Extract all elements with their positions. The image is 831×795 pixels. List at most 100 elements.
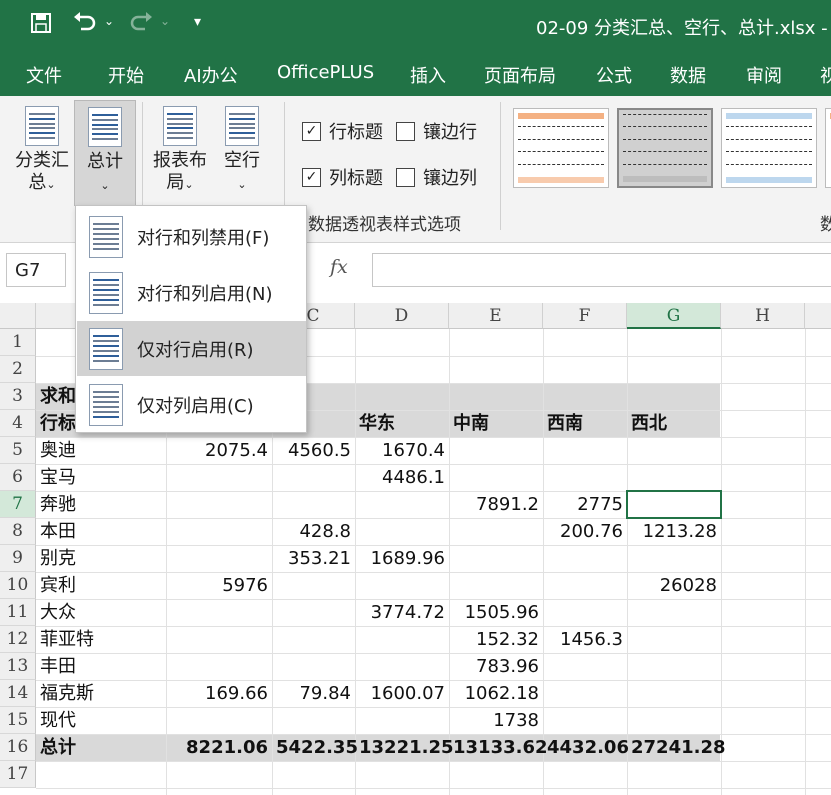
blank-rows-button[interactable]: 空行 ⌄ <box>214 106 270 196</box>
value-cell[interactable]: 7891.2 <box>449 491 543 518</box>
pivot-style-light-orange[interactable] <box>513 108 609 188</box>
row-header-14[interactable]: 14 <box>0 680 36 707</box>
select-all-corner[interactable] <box>0 303 36 329</box>
row-label-brand[interactable]: 福克斯 <box>36 680 166 707</box>
row-header-12[interactable]: 12 <box>0 626 36 653</box>
region-header[interactable]: 西北 <box>627 410 721 437</box>
value-cell[interactable]: 5976 <box>166 572 272 599</box>
column-header-f[interactable]: F <box>543 303 627 329</box>
row-header-1[interactable]: 1 <box>0 329 36 356</box>
pivot-style-partial[interactable] <box>825 108 831 188</box>
value-cell[interactable]: 428.8 <box>272 518 355 545</box>
value-cell[interactable]: 4486.1 <box>355 464 449 491</box>
region-header[interactable]: 中南 <box>449 410 543 437</box>
tab-formulas[interactable]: 公式 <box>596 62 632 88</box>
customize-icon[interactable]: ▾ <box>194 14 201 30</box>
value-cell[interactable]: 200.76 <box>543 518 627 545</box>
tab-insert[interactable]: 插入 <box>410 62 446 88</box>
function-icon[interactable]: fx <box>330 256 348 278</box>
grand-total-value[interactable]: 8221.06 <box>166 734 272 761</box>
row-header-15[interactable]: 15 <box>0 707 36 734</box>
formula-bar[interactable] <box>372 253 831 287</box>
name-box[interactable]: G7 <box>6 253 66 287</box>
grand-total-label[interactable]: 总计 <box>36 734 166 761</box>
row-header-6[interactable]: 6 <box>0 464 36 491</box>
value-cell[interactable]: 152.32 <box>449 626 543 653</box>
row-label-brand[interactable]: 奔驰 <box>36 491 166 518</box>
value-cell[interactable]: 2075.4 <box>166 437 272 464</box>
value-cell[interactable]: 1505.96 <box>449 599 543 626</box>
grand-total-value[interactable]: 27241.28 <box>627 734 726 761</box>
tab-data[interactable]: 数据 <box>670 62 706 88</box>
tab-file[interactable]: 文件 <box>26 62 62 88</box>
menu-item-grand-totals-1[interactable]: 对行和列禁用(F) <box>77 209 306 264</box>
grand-total-value[interactable]: 5422.35 <box>272 734 358 761</box>
row-label-brand[interactable]: 丰田 <box>36 653 166 680</box>
grand-totals-button[interactable]: 总计 ⌄ <box>74 100 136 206</box>
row-label-brand[interactable]: 本田 <box>36 518 166 545</box>
value-cell[interactable]: 1738 <box>449 707 543 734</box>
row-header-2[interactable]: 2 <box>0 356 36 383</box>
undo-dropdown-icon[interactable]: ⌄ <box>104 14 114 28</box>
report-layout-button[interactable]: 报表布 局⌄ <box>150 106 210 196</box>
region-header[interactable]: 西南 <box>543 410 627 437</box>
tab-page-layout[interactable]: 页面布局 <box>484 62 556 88</box>
tab-officeplus[interactable]: OfficePLUS <box>277 62 374 83</box>
row-header-11[interactable]: 11 <box>0 599 36 626</box>
row-header-8[interactable]: 8 <box>0 518 36 545</box>
value-cell[interactable]: 1213.28 <box>627 518 721 545</box>
row-header-9[interactable]: 9 <box>0 545 36 572</box>
grand-total-value[interactable]: 13221.25 <box>355 734 454 761</box>
row-header-17[interactable]: 17 <box>0 761 36 788</box>
column-header-g[interactable]: G <box>627 303 721 329</box>
row-header-5[interactable]: 5 <box>0 437 36 464</box>
value-cell[interactable]: 3774.72 <box>355 599 449 626</box>
column-header-h[interactable]: H <box>721 303 805 329</box>
value-cell[interactable]: 1600.07 <box>355 680 449 707</box>
column-header-d[interactable]: D <box>355 303 449 329</box>
row-label-brand[interactable]: 奥迪 <box>36 437 166 464</box>
banded-cols-checkbox[interactable]: 镶边列 <box>396 164 477 190</box>
col-headers-checkbox[interactable]: ✓ 列标题 <box>302 164 383 190</box>
save-icon[interactable] <box>30 12 52 40</box>
value-cell[interactable]: 2775 <box>543 491 627 518</box>
menu-item-grand-totals-3[interactable]: 仅对行启用(R) <box>77 321 306 376</box>
column-header-e[interactable]: E <box>449 303 543 329</box>
value-cell[interactable]: 1062.18 <box>449 680 543 707</box>
row-label-brand[interactable]: 别克 <box>36 545 166 572</box>
row-header-4[interactable]: 4 <box>0 410 36 437</box>
pivot-style-selected[interactable] <box>617 108 713 188</box>
undo-icon[interactable] <box>72 10 98 40</box>
value-cell[interactable]: 1670.4 <box>355 437 449 464</box>
row-header-10[interactable]: 10 <box>0 572 36 599</box>
grand-total-value[interactable]: 4432.06 <box>543 734 629 761</box>
value-cell[interactable]: 169.66 <box>166 680 272 707</box>
row-label-brand[interactable]: 菲亚特 <box>36 626 166 653</box>
row-label-brand[interactable]: 大众 <box>36 599 166 626</box>
grand-total-value[interactable]: 13133.62 <box>449 734 548 761</box>
pivot-style-light-blue[interactable] <box>721 108 817 188</box>
value-cell[interactable]: 4560.5 <box>272 437 355 464</box>
menu-item-grand-totals-2[interactable]: 对行和列启用(N) <box>77 265 306 320</box>
value-cell[interactable]: 26028 <box>627 572 721 599</box>
value-cell[interactable]: 79.84 <box>272 680 355 707</box>
subtotals-button[interactable]: 分类汇 总⌄ <box>12 106 72 196</box>
tab-home[interactable]: 开始 <box>108 62 144 88</box>
column-header-i[interactable] <box>805 303 831 329</box>
value-cell[interactable]: 1456.3 <box>543 626 627 653</box>
active-cell-g7[interactable] <box>626 490 722 519</box>
row-header-7[interactable]: 7 <box>0 491 36 518</box>
row-header-3[interactable]: 3 <box>0 383 36 410</box>
banded-rows-checkbox[interactable]: 镶边行 <box>396 118 477 144</box>
tab-review[interactable]: 审阅 <box>746 62 782 88</box>
tab-ai[interactable]: AI办公 <box>184 62 238 88</box>
row-label-brand[interactable]: 宝马 <box>36 464 166 491</box>
row-label-brand[interactable]: 宾利 <box>36 572 166 599</box>
row-header-13[interactable]: 13 <box>0 653 36 680</box>
value-cell[interactable]: 353.21 <box>272 545 355 572</box>
row-label-brand[interactable]: 现代 <box>36 707 166 734</box>
value-cell[interactable]: 783.96 <box>449 653 543 680</box>
row-headers-checkbox[interactable]: ✓ 行标题 <box>302 118 383 144</box>
menu-item-grand-totals-4[interactable]: 仅对列启用(C) <box>77 377 306 432</box>
region-header[interactable]: 华东 <box>355 410 449 437</box>
